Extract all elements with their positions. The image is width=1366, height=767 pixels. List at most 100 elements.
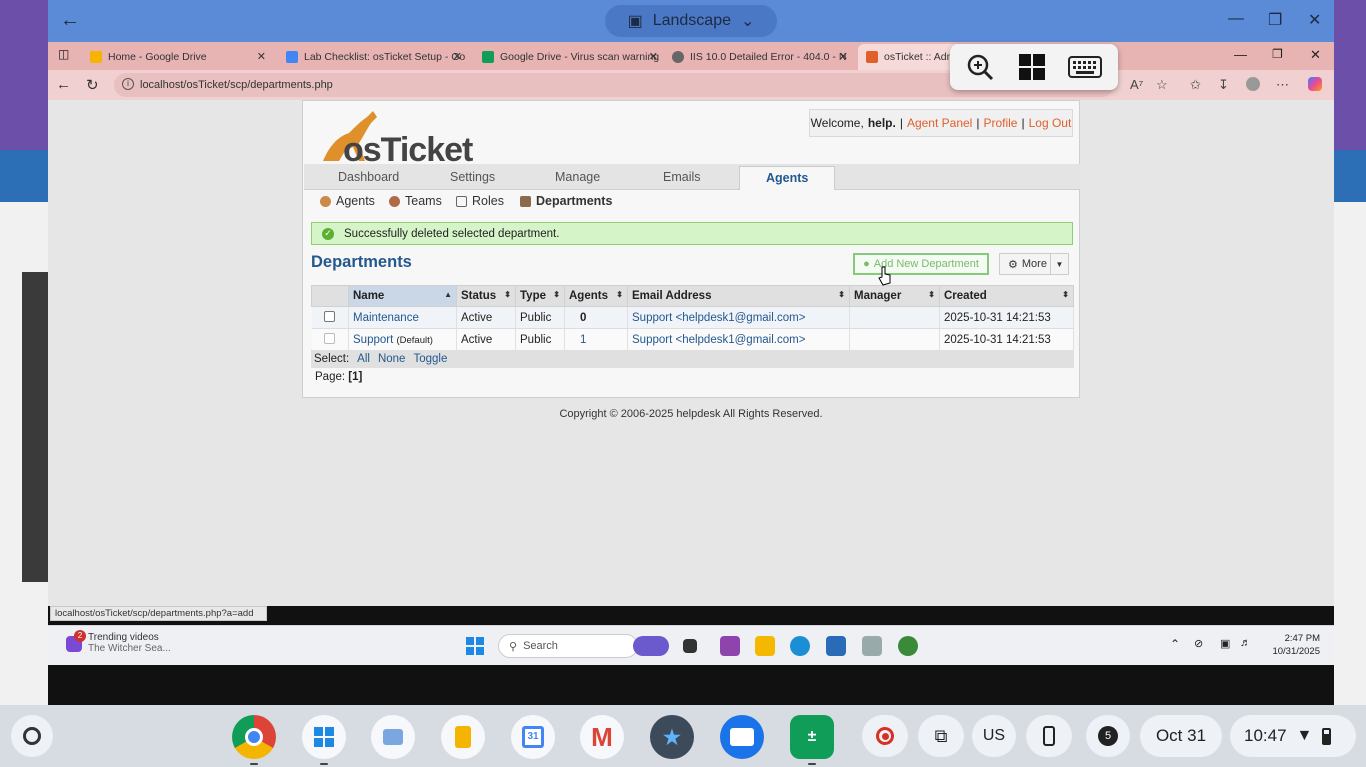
column-name[interactable]: Name ▲: [348, 285, 457, 307]
windows-start-icon[interactable]: [466, 637, 484, 655]
network-off-icon[interactable]: ⊘: [1194, 637, 1203, 650]
close-tab-icon[interactable]: ✕: [839, 50, 848, 63]
orientation-dropdown[interactable]: ▣ Landscape ⌄: [605, 5, 777, 37]
minimize-icon[interactable]: —: [1228, 10, 1244, 28]
restore-icon[interactable]: ❐: [1272, 47, 1283, 61]
menu-dots-icon[interactable]: ⋯: [1276, 77, 1289, 93]
phone-hub-button[interactable]: [1026, 715, 1072, 757]
close-icon[interactable]: ✕: [1310, 47, 1321, 63]
tab-settings[interactable]: Settings: [450, 170, 495, 184]
windows-search-box[interactable]: ⚲ Search: [498, 634, 638, 658]
minimize-icon[interactable]: —: [1234, 47, 1247, 62]
windows-clock[interactable]: 2:47 PM 10/31/2025: [1272, 632, 1320, 658]
calculator-app[interactable]: ±: [790, 715, 834, 759]
subnav-departments[interactable]: Departments: [520, 194, 612, 208]
keyboard-icon[interactable]: [1068, 56, 1102, 78]
chevron-up-icon[interactable]: ⌃: [1170, 637, 1180, 651]
tab-emails[interactable]: Emails: [663, 170, 701, 184]
close-tab-icon[interactable]: ✕: [257, 50, 266, 63]
profile-icon[interactable]: [1246, 77, 1260, 91]
windows-remote-app[interactable]: [302, 715, 346, 759]
chrome-app[interactable]: [232, 715, 276, 759]
row-checkbox[interactable]: [324, 310, 336, 322]
dropdown-caret-icon[interactable]: ▼: [1050, 254, 1068, 274]
tab-lab-checklist[interactable]: Lab Checklist: osTicket Setup - Go ✕: [278, 44, 468, 70]
agents-count-link[interactable]: 1: [580, 334, 586, 346]
department-name-link[interactable]: Support: [353, 334, 393, 346]
tab-manage[interactable]: Manage: [555, 170, 600, 184]
restore-icon[interactable]: ❐: [1268, 10, 1282, 30]
back-arrow-icon[interactable]: ←: [56, 76, 71, 93]
downloads-icon[interactable]: ↧: [1218, 77, 1229, 93]
volume-icon[interactable]: ♬: [1240, 637, 1251, 649]
osticket-container: osTicket Welcome, help. | Agent Panel | …: [302, 100, 1080, 398]
star-app[interactable]: ★: [650, 715, 694, 759]
copilot-icon[interactable]: [1308, 77, 1322, 91]
background-window-left: [0, 0, 48, 705]
page-number[interactable]: [1]: [348, 371, 362, 383]
info-icon[interactable]: i: [122, 78, 134, 90]
reload-icon[interactable]: ↻: [86, 76, 99, 94]
osticket-logo[interactable]: osTicket: [311, 105, 481, 169]
tab-actions-icon[interactable]: ◫: [58, 47, 69, 61]
column-status[interactable]: Status ⬍: [456, 285, 516, 307]
logout-link[interactable]: Log Out: [1029, 116, 1072, 130]
hs-app-icon[interactable]: [898, 636, 918, 656]
select-toggle-link[interactable]: Toggle: [413, 353, 447, 365]
subnav-agents[interactable]: Agents: [320, 194, 375, 208]
close-tab-icon[interactable]: ✕: [649, 50, 658, 63]
star-icon[interactable]: ☆: [1156, 77, 1168, 93]
email-link[interactable]: Support <helpdesk1@gmail.com>: [632, 334, 805, 346]
back-arrow-icon[interactable]: ←: [60, 9, 80, 32]
tab-virus-scan[interactable]: Google Drive - Virus scan warning ✕: [474, 44, 664, 70]
tab-iis-error[interactable]: IIS 10.0 Detailed Error - 404.0 - N ✕: [664, 44, 854, 70]
column-agents[interactable]: Agents ⬍: [564, 285, 628, 307]
windows-start-icon[interactable]: [1019, 54, 1045, 80]
launcher-button[interactable]: [11, 715, 53, 757]
gallery-app[interactable]: [371, 715, 415, 759]
input-method-button[interactable]: US: [972, 715, 1016, 757]
tab-agents[interactable]: Agents: [739, 166, 836, 190]
gmail-app[interactable]: M: [580, 715, 624, 759]
agent-panel-link[interactable]: Agent Panel: [907, 116, 972, 130]
date-button[interactable]: Oct 31: [1140, 715, 1222, 757]
edge-icon[interactable]: [790, 636, 810, 656]
display-icon[interactable]: ▣: [1220, 637, 1230, 650]
gmail-icon: M: [591, 721, 613, 752]
department-name-link[interactable]: Maintenance: [353, 312, 419, 324]
more-button[interactable]: ⚙ More ▼: [999, 253, 1069, 275]
tab-dashboard[interactable]: Dashboard: [338, 170, 399, 184]
system-tray[interactable]: 10:47 ▼: [1230, 715, 1356, 757]
column-type[interactable]: Type ⬍: [515, 285, 565, 307]
subnav-teams[interactable]: Teams: [389, 194, 442, 208]
network-app-icon[interactable]: [862, 636, 882, 656]
zoom-in-icon[interactable]: [966, 53, 994, 81]
calendar-app[interactable]: 31: [511, 715, 555, 759]
select-none-link[interactable]: None: [378, 353, 406, 365]
store-icon[interactable]: [826, 636, 846, 656]
copilot-app-icon[interactable]: [720, 636, 740, 656]
select-all-link[interactable]: All: [357, 353, 370, 365]
read-aloud-icon[interactable]: A⁷: [1130, 77, 1143, 92]
favorites-icon[interactable]: ✩: [1190, 77, 1201, 93]
column-created[interactable]: Created ⬍: [939, 285, 1074, 307]
subnav-roles[interactable]: Roles: [456, 194, 504, 208]
task-view-icon[interactable]: [683, 639, 697, 653]
profile-link[interactable]: Profile: [983, 116, 1017, 130]
notifications-button[interactable]: 5: [1086, 715, 1130, 757]
files-app[interactable]: [720, 715, 764, 759]
add-new-department-button[interactable]: ● Add New Department: [853, 253, 989, 275]
gallery-icon: [383, 729, 403, 745]
column-email[interactable]: Email Address ⬍: [627, 285, 850, 307]
search-highlight-icon[interactable]: [633, 636, 669, 656]
screen-record-button[interactable]: [862, 715, 908, 757]
keep-app[interactable]: [441, 715, 485, 759]
tab-google-drive[interactable]: Home - Google Drive ✕: [82, 44, 272, 70]
email-link[interactable]: Support <helpdesk1@gmail.com>: [632, 312, 805, 324]
clipboard-button[interactable]: ⧉: [918, 715, 964, 757]
file-explorer-icon[interactable]: [755, 636, 775, 656]
close-icon[interactable]: ✕: [1308, 10, 1321, 30]
column-manager[interactable]: Manager ⬍: [849, 285, 940, 307]
news-widget[interactable]: Trending videos The Witcher Sea...: [88, 632, 208, 654]
close-tab-icon[interactable]: ✕: [453, 50, 462, 63]
